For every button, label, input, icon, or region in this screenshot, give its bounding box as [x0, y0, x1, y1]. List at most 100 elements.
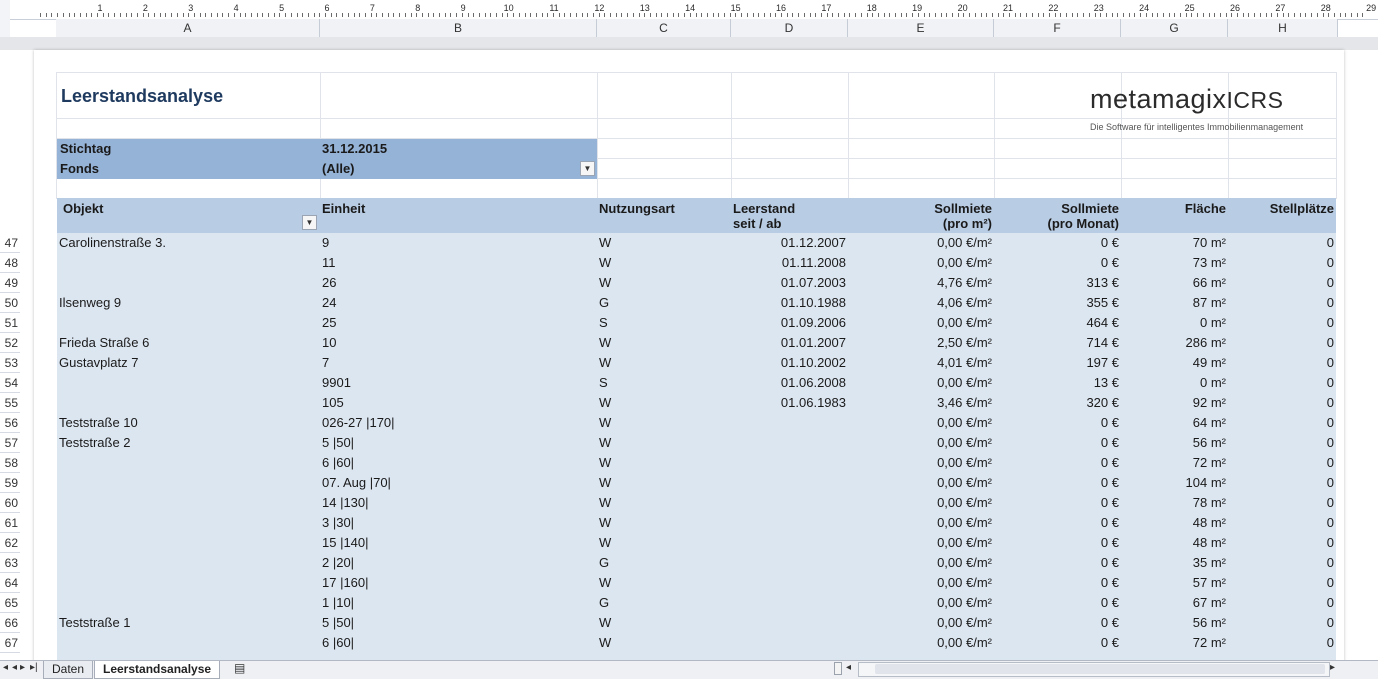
row-header[interactable]: 65: [0, 593, 20, 613]
row-header[interactable]: 49: [0, 273, 20, 293]
ruler-tick: [359, 13, 361, 17]
ruler-tick: [507, 13, 509, 17]
table-row[interactable]: 1 |10| G 0,00 €/m² 0 € 67 m² 0: [57, 593, 1336, 613]
row-header[interactable]: 53: [0, 353, 20, 373]
tab-split-handle[interactable]: [834, 662, 842, 675]
column-header-b[interactable]: B: [320, 19, 597, 37]
table-row[interactable]: 15 |140| W 0,00 €/m² 0 € 48 m² 0: [57, 533, 1336, 553]
ruler-tick: [518, 13, 520, 17]
next-sheet-icon[interactable]: ▸: [20, 662, 25, 673]
table-row[interactable]: Teststraße 2 5 |50| W 0,00 €/m² 0 € 56 m² 0: [57, 433, 1336, 453]
column-header-g[interactable]: G: [1121, 19, 1228, 37]
ruler-tick: [268, 13, 269, 17]
insert-sheet-icon[interactable]: ▤: [234, 661, 245, 675]
column-header-bar: ABCDEFGH: [56, 19, 1338, 38]
ruler-tick: [211, 13, 212, 17]
row-header[interactable]: 52: [0, 333, 20, 353]
row-header[interactable]: 47: [0, 233, 20, 253]
ruler-number: 17: [821, 3, 832, 13]
ruler-tick: [781, 13, 782, 17]
ruler-tick: [1162, 13, 1164, 17]
cell-stellplaetze: 0: [1326, 515, 1334, 530]
prev-sheet-icon[interactable]: ◂: [12, 662, 17, 673]
row-header[interactable]: 57: [0, 433, 20, 453]
table-row[interactable]: 6 |60| W 0,00 €/m² 0 € 72 m² 0: [57, 633, 1336, 653]
row-header[interactable]: 56: [0, 413, 20, 433]
stichtag-value[interactable]: 31.12.2015: [322, 141, 387, 156]
ruler-tick: [815, 13, 817, 17]
table-row[interactable]: 6 |60| W 0,00 €/m² 0 € 72 m² 0: [57, 453, 1336, 473]
horizontal-scroll-thumb[interactable]: [875, 664, 1325, 674]
scroll-right-icon[interactable]: ▸: [1330, 662, 1335, 673]
row-header[interactable]: 61: [0, 513, 20, 533]
first-sheet-icon[interactable]: ◂: [3, 662, 8, 673]
ruler-tick: [410, 13, 412, 17]
table-row[interactable]: Frieda Straße 6 10 W 01.01.2007 2,50 €/m² 714…: [57, 333, 1336, 353]
ruler-tick: [501, 13, 503, 17]
table-row[interactable]: Teststraße 1 5 |50| W 0,00 €/m² 0 € 56 m² 0: [57, 613, 1336, 633]
tab-daten[interactable]: Daten: [43, 661, 94, 679]
objekt-filter-icon[interactable]: ▼: [302, 215, 317, 230]
table-row[interactable]: Ilsenweg 9 24 G 01.10.1988 4,06 €/m² 355 € 87 …: [57, 293, 1336, 313]
ruler-tick: [245, 13, 247, 17]
ruler-number: 4: [233, 3, 239, 13]
column-header-c[interactable]: C: [597, 19, 731, 37]
table-row[interactable]: 07. Aug |70| W 0,00 €/m² 0 € 104 m² 0: [57, 473, 1336, 493]
cell-sollmiete-m2: 0,00 €/m²: [937, 575, 992, 590]
column-header-f[interactable]: F: [994, 19, 1121, 37]
ruler-tick: [97, 13, 98, 17]
row-header[interactable]: 60: [0, 493, 20, 513]
column-header-e[interactable]: E: [848, 19, 994, 37]
ruler-tick: [809, 13, 811, 17]
row-header[interactable]: 51: [0, 313, 20, 333]
row-header[interactable]: 59: [0, 473, 20, 493]
table-row[interactable]: 11 W 01.11.2008 0,00 €/m² 0 € 73 m² 0: [57, 253, 1336, 273]
table-row[interactable]: Carolinenstraße 3. 9 W 01.12.2007 0,00 €/m² 0…: [57, 233, 1336, 253]
row-header[interactable]: 62: [0, 533, 20, 553]
ruler-tick: [376, 13, 378, 17]
ruler-tick: [1294, 13, 1295, 17]
ruler-tick: [632, 13, 634, 17]
table-row[interactable]: 105 W 01.06.1983 3,46 €/m² 320 € 92 m² 0: [57, 393, 1336, 413]
ruler-tick: [952, 13, 953, 17]
row-header[interactable]: 66: [0, 613, 20, 633]
logo-suffix: ICRS: [1226, 87, 1284, 113]
ruler-tick: [199, 13, 201, 17]
table-row[interactable]: 3 |30| W 0,00 €/m² 0 € 48 m² 0: [57, 513, 1336, 533]
fonds-value[interactable]: (Alle): [322, 161, 355, 176]
ruler-tick: [461, 13, 463, 17]
header-sollmiete-m2-sub: (pro m²): [942, 216, 992, 231]
cell-sollmiete-monat: 0 €: [1100, 515, 1119, 530]
row-header[interactable]: 58: [0, 453, 20, 473]
cell-stellplaetze: 0: [1326, 595, 1334, 610]
row-header[interactable]: 55: [0, 393, 20, 413]
ruler-tick: [57, 13, 59, 17]
table-row[interactable]: 17 |160| W 0,00 €/m² 0 € 57 m² 0: [57, 573, 1336, 593]
table-row[interactable]: 26 W 01.07.2003 4,76 €/m² 313 € 66 m² 0: [57, 273, 1336, 293]
column-header-a[interactable]: A: [56, 19, 320, 37]
column-header-d[interactable]: D: [731, 19, 848, 37]
cell-sollmiete-monat: 0 €: [1100, 615, 1119, 630]
table-row[interactable]: 25 S 01.09.2006 0,00 €/m² 464 € 0 m² 0: [57, 313, 1336, 333]
ruler-number: 28: [1320, 3, 1331, 13]
column-header-h[interactable]: H: [1228, 19, 1338, 37]
table-row[interactable]: Teststraße 10 026-27 |170| W 0,00 €/m² 0 € 64…: [57, 413, 1336, 433]
row-header[interactable]: 64: [0, 573, 20, 593]
ruler-tick: [729, 13, 731, 17]
last-sheet-icon[interactable]: ▸|: [30, 662, 38, 673]
table-row[interactable]: 9901 S 01.06.2008 0,00 €/m² 13 € 0 m² 0: [57, 373, 1336, 393]
row-header[interactable]: 50: [0, 293, 20, 313]
tab-leerstandsanalyse[interactable]: Leerstandsanalyse: [94, 661, 221, 679]
ruler-tick: [889, 13, 891, 17]
row-header[interactable]: 54: [0, 373, 20, 393]
scroll-left-icon[interactable]: ◂: [846, 662, 851, 673]
table-row[interactable]: Gustavplatz 7 7 W 01.10.2002 4,01 €/m² 197 € 4…: [57, 353, 1336, 373]
fonds-dropdown-icon[interactable]: ▼: [580, 161, 595, 176]
row-header[interactable]: 63: [0, 553, 20, 573]
row-header[interactable]: 67: [0, 633, 20, 653]
cell-einheit: 24: [322, 295, 337, 310]
table-row[interactable]: 2 |20| G 0,00 €/m² 0 € 35 m² 0: [57, 553, 1336, 573]
row-header[interactable]: 48: [0, 253, 20, 273]
table-row[interactable]: 14 |130| W 0,00 €/m² 0 € 78 m² 0: [57, 493, 1336, 513]
ruler-tick: [1202, 13, 1204, 17]
